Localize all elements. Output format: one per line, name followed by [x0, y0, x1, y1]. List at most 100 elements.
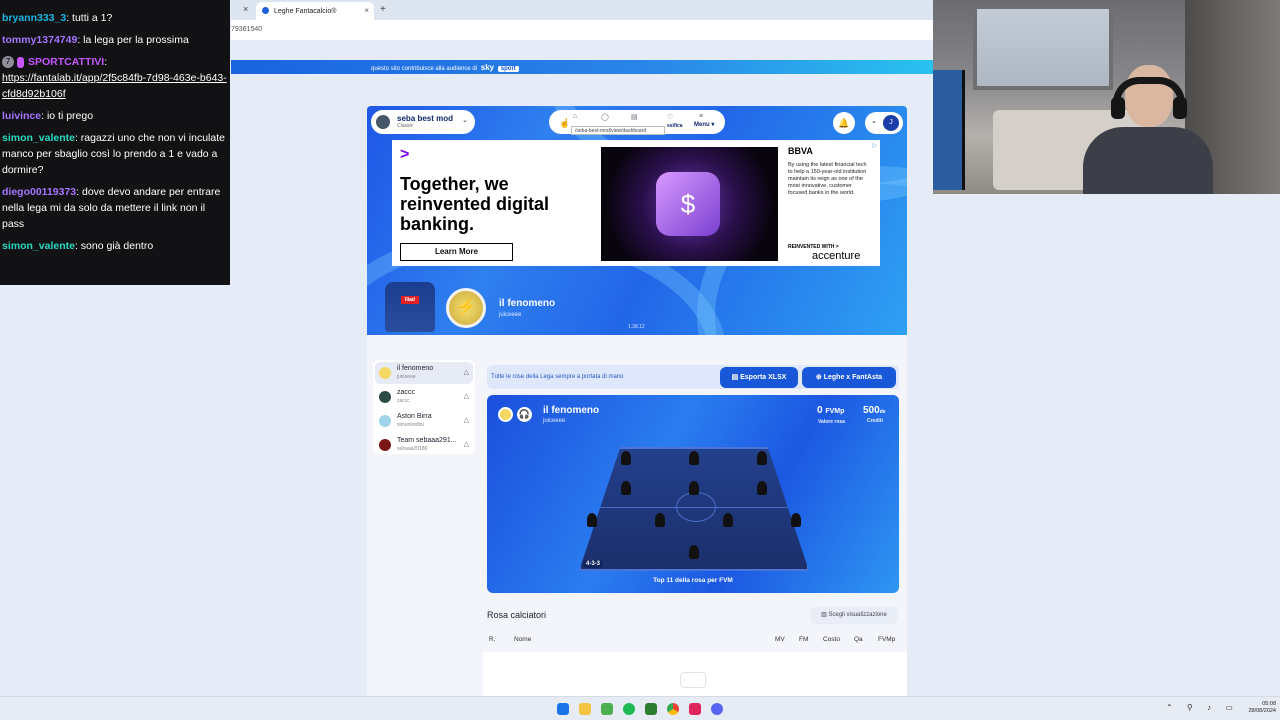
ad-visual: $	[601, 147, 778, 261]
player-silhouette-icon[interactable]	[587, 513, 597, 527]
chat-username[interactable]: luivince	[2, 110, 41, 122]
leghe-fantasta-button[interactable]: ⊕ Leghe x FantAsta	[802, 367, 896, 388]
column-header[interactable]: R.	[489, 636, 496, 643]
player-silhouette-icon[interactable]	[791, 513, 801, 527]
export-xlsx-button[interactable]: ▤ Esporta XLSX	[720, 367, 798, 388]
team-list-owner: simontonlbu	[397, 422, 424, 428]
team-list-owner: zaccc	[397, 398, 410, 404]
credits-number: 500	[863, 405, 880, 416]
team-owner: juiceeee	[499, 312, 522, 318]
adchoices-icon[interactable]: ▷	[872, 142, 877, 149]
credits-unit: de	[879, 409, 886, 415]
chat-username[interactable]: bryann333_3	[2, 12, 66, 24]
player-silhouette-icon[interactable]	[621, 481, 631, 495]
chat-link[interactable]: https://fantalab.it/app/2f5c84fb-7d98-46…	[2, 72, 227, 100]
tab-title: Leghe Fantacalcio®	[274, 8, 337, 15]
tab-close-icon[interactable]: ×	[364, 6, 369, 15]
player-silhouette-icon[interactable]	[655, 513, 665, 527]
minecraft-icon[interactable]	[601, 703, 613, 715]
shield-icon[interactable]: ◯	[601, 113, 609, 121]
clock[interactable]: 05:08 28/08/2024	[1242, 701, 1276, 715]
chat-username[interactable]: SPORTCATTIVI	[28, 56, 104, 68]
chat-username[interactable]: diego00119373	[2, 186, 76, 198]
player-silhouette-icon[interactable]	[689, 481, 699, 495]
user-avatar: J	[883, 115, 899, 131]
discord-icon[interactable]	[711, 703, 723, 715]
chat-message: simon_valente: sono già dentro	[2, 238, 228, 254]
notification-bell-icon[interactable]: 🔔	[833, 112, 855, 134]
column-header[interactable]: FVMp	[878, 636, 895, 643]
team-list-owner: sebaaa29186	[397, 446, 428, 452]
roster-table-header: R. Nome MV FM Costo Qa FVMp	[487, 636, 899, 648]
address-bar[interactable]: 79361540	[231, 20, 933, 40]
ad-accenture-logo: accenture	[812, 250, 861, 262]
team-jersey-icon: lliad	[385, 282, 435, 332]
team-list-item[interactable]: il fenomeno juiceeee △	[375, 362, 473, 384]
new-tab-button[interactable]: +	[380, 4, 386, 15]
team-list-name: zaccc	[397, 389, 415, 396]
team-crest-icon	[379, 415, 391, 427]
player-silhouette-icon[interactable]	[757, 481, 767, 495]
link-tooltip: /seba-best-mod/view/dashboard	[571, 126, 665, 135]
chat-username[interactable]: simon_valente	[2, 240, 75, 252]
prev-tab-close-icon[interactable]: ×	[243, 4, 248, 14]
player-silhouette-icon[interactable]	[621, 451, 631, 465]
column-header[interactable]: Qa	[854, 636, 863, 643]
ad-learn-more-button[interactable]: Learn More	[400, 243, 513, 261]
browser-tab-active[interactable]: Leghe Fantacalcio® ×	[256, 2, 374, 20]
team-list-name: Team sebaaa291...	[397, 437, 457, 444]
team-list-name: il fenomeno	[397, 365, 434, 372]
chat-message: tommy1374749: la lega per la prossima	[2, 32, 228, 48]
choose-view-button[interactable]: ▥ Scegli visualizzazione	[810, 607, 898, 624]
team-list-item[interactable]: Aston Birra simontonlbu △	[375, 410, 473, 432]
home-icon[interactable]: ⌂	[573, 113, 577, 120]
team-crest-icon: ⚡	[446, 288, 486, 328]
player-silhouette-icon[interactable]	[689, 545, 699, 559]
roster-title: Rosa calciatori	[487, 610, 547, 620]
nav-classifica[interactable]: ssifica	[667, 123, 683, 129]
empty-state-icon	[680, 672, 706, 688]
advertisement[interactable]: > Together, we reinvented digital bankin…	[392, 140, 880, 266]
league-selector[interactable]: seba best mod Classic ⌄	[371, 110, 475, 134]
chat-message: bryann333_3: tutti a 1?	[2, 10, 228, 26]
nav-menu[interactable]: Menu ▾	[694, 121, 714, 128]
sky-logo: sky	[480, 63, 495, 72]
player-silhouette-icon[interactable]	[757, 451, 767, 465]
start-icon[interactable]	[557, 703, 569, 715]
column-header[interactable]: MV	[775, 636, 785, 643]
spotify-icon[interactable]	[623, 703, 635, 715]
team-list-item[interactable]: Team sebaaa291... sebaaa29186 △	[375, 434, 473, 456]
column-header[interactable]: Nome	[514, 636, 531, 643]
user-menu[interactable]: ⌄ J	[865, 112, 903, 134]
team-list-name: Aston Birra	[397, 413, 432, 420]
file-explorer-icon[interactable]	[579, 703, 591, 715]
team-name: il fenomeno	[499, 298, 556, 309]
chat-message: diego00119373: dove devo andare per entr…	[2, 184, 228, 232]
tiktok-icon[interactable]	[689, 703, 701, 715]
team-crest-icon	[379, 439, 391, 451]
chrome-icon[interactable]	[667, 703, 679, 715]
windows-taskbar: ⌃ ⚲ ♪ ▭ 05:08 28/08/2024	[0, 696, 1280, 720]
streamer	[1073, 65, 1213, 194]
trophy-icon[interactable]: ♡	[667, 113, 673, 121]
team-list-item[interactable]: zaccc zaccc △	[375, 386, 473, 408]
player-silhouette-icon[interactable]	[689, 451, 699, 465]
player-silhouette-icon[interactable]	[723, 513, 733, 527]
app-version: 1.38.12	[628, 324, 645, 330]
game-launcher-icon[interactable]	[645, 703, 657, 715]
fvm-unit: FVMp	[825, 408, 845, 415]
chat-username[interactable]: simon_valente	[2, 132, 75, 144]
chat-message: simon_valente: ragazzi uno che non vi in…	[2, 130, 228, 178]
chat-username[interactable]: tommy1374749	[2, 34, 77, 46]
pitch-center-circle	[676, 492, 716, 522]
calendar-icon[interactable]: ▤	[631, 113, 638, 121]
column-header[interactable]: Costo	[823, 636, 840, 643]
menu-icon[interactable]: ≡	[699, 113, 703, 120]
column-header[interactable]: FM	[799, 636, 808, 643]
sky-sport-banner: questo sito contribuisce alla audience d…	[231, 60, 933, 74]
ad-body: By using the latest financial tech to he…	[788, 162, 867, 196]
system-tray[interactable]: ⌃ ⚲ ♪ ▭	[1166, 703, 1239, 712]
sub-badge-icon: 7	[2, 56, 14, 69]
pitch-card: 🎧 il fenomeno juiceeee 0 FVMp Valore ros…	[487, 395, 899, 593]
team-list: il fenomeno juiceeee △ zaccc zaccc △ Aston Bir…	[373, 360, 475, 454]
